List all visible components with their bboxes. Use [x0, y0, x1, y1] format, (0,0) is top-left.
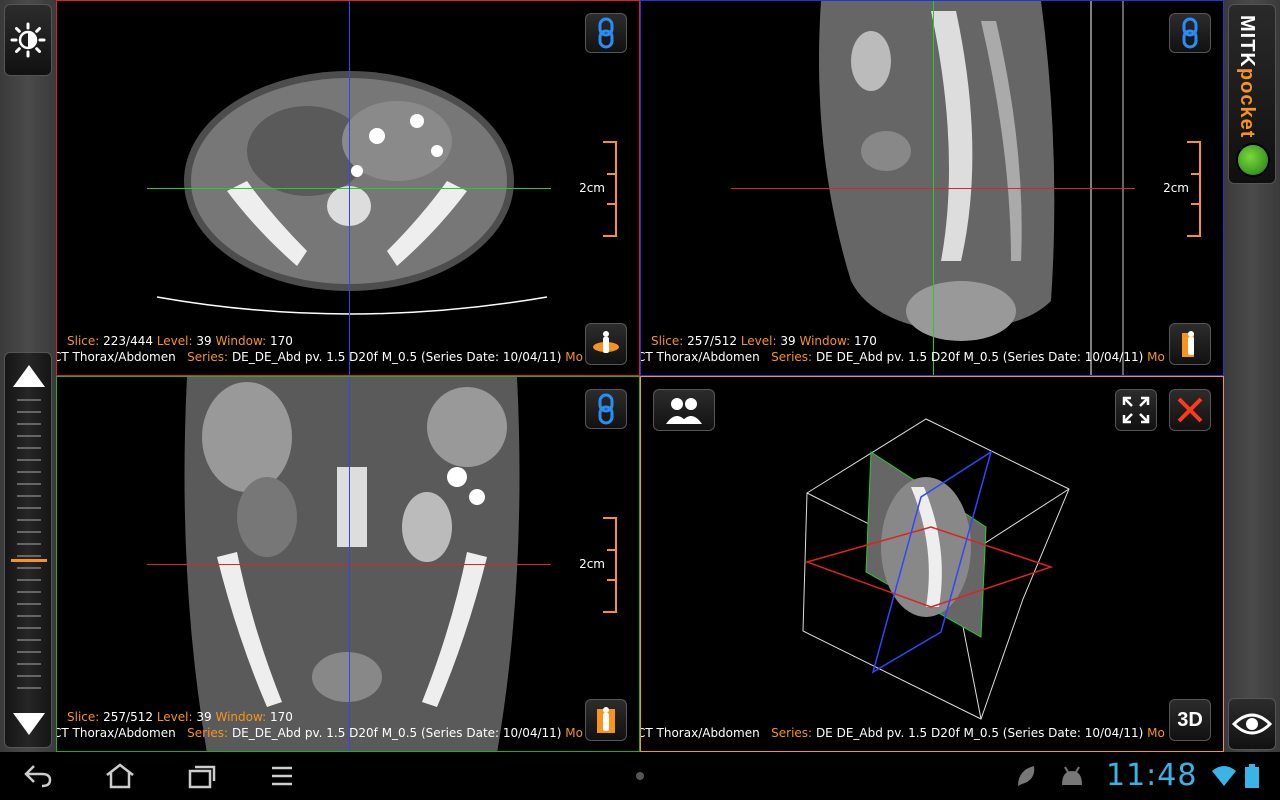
info-trail: Mo [565, 726, 583, 740]
series-label: Series: [771, 350, 813, 364]
orientation-button[interactable] [1169, 323, 1211, 365]
3d-viewport[interactable]: CT Thorax/Abdomen Series: DE DE_Abd pv. … [640, 376, 1224, 752]
series-info: CT Thorax/Abdomen Series: DE_DE_Abd pv. … [56, 726, 583, 740]
window-label: Window: [215, 334, 267, 348]
axial-viewport[interactable]: 2cm Slice: 223/444 Level: 39 Window: 170… [56, 0, 640, 376]
scale-bar [603, 517, 617, 613]
slice-label: Slice: [67, 334, 100, 348]
logo-text: MITKpocket [1235, 15, 1258, 138]
close-button[interactable] [1169, 389, 1211, 431]
info-trail: Mo [565, 350, 583, 364]
level-value: 39 [196, 710, 212, 724]
slider-handle[interactable] [11, 559, 47, 562]
scale-label: 2cm [579, 181, 605, 195]
brightness-icon [10, 22, 46, 58]
menu-icon[interactable] [264, 762, 300, 790]
slice-info: Slice: 257/512 Level: 39 Window: 170 [67, 710, 293, 724]
slice-slider[interactable] [4, 352, 52, 748]
slice-label: Slice: [67, 710, 100, 724]
link-button[interactable] [1169, 13, 1211, 53]
sagittal-viewport[interactable]: 2cm Slice: 257/512 Level: 39 Window: 170… [640, 0, 1224, 376]
scale-label: 2cm [579, 557, 605, 571]
close-icon [1177, 397, 1203, 423]
globe-icon [1236, 143, 1270, 177]
3d-volume-render [802, 418, 1070, 720]
study-name: CT Thorax/Abdomen [640, 350, 760, 364]
link-button[interactable] [585, 389, 627, 429]
home-icon[interactable] [102, 762, 138, 790]
slice-value: 223/444 [103, 334, 153, 348]
series-info: CT Thorax/Abdomen Series: DE_DE_Abd pv. … [56, 350, 583, 364]
arrow-up-icon[interactable] [13, 365, 45, 387]
view-3d-button[interactable]: 3D [1169, 699, 1211, 741]
twin-view-icon [666, 398, 702, 424]
link-icon [598, 17, 614, 49]
orientation-icon [597, 707, 615, 733]
battery-icon [1238, 762, 1266, 790]
brightness-button[interactable] [4, 4, 52, 76]
scale-label: 2cm [1163, 181, 1189, 195]
logo-pocket: pocket [1236, 67, 1258, 139]
info-trail: Mo [1147, 350, 1165, 364]
study-name: CT Thorax/Abdomen [56, 726, 176, 740]
study-name: CT Thorax/Abdomen [640, 726, 760, 740]
leaf-icon [1008, 762, 1044, 790]
arrow-down-icon[interactable] [13, 713, 45, 735]
series-label: Series: [187, 726, 229, 740]
eye-icon [1232, 713, 1272, 735]
link-button[interactable] [585, 13, 627, 53]
wifi-icon [1206, 762, 1242, 790]
coronal-viewport[interactable]: 2cm Slice: 257/512 Level: 39 Window: 170… [56, 376, 640, 752]
orientation-icon [593, 331, 619, 353]
window-value: 170 [270, 710, 293, 724]
level-value: 39 [780, 334, 796, 348]
level-label: Level: [740, 334, 777, 348]
series-value: DE DE_Abd pv. 1.5 D20f M_0.5 (Series Dat… [815, 726, 1144, 740]
window-value: 170 [270, 334, 293, 348]
window-value: 170 [854, 334, 877, 348]
dot-indicator-icon [622, 762, 658, 790]
series-value: DE DE_Abd pv. 1.5 D20f M_0.5 (Series Dat… [815, 350, 1144, 364]
system-nav-bar: 11:48 [0, 752, 1280, 800]
window-label: Window: [799, 334, 851, 348]
link-icon [598, 393, 614, 425]
series-info: CT Thorax/Abdomen Series: DE DE_Abd pv. … [640, 350, 1165, 364]
clock: 11:48 [1106, 758, 1198, 793]
android-icon [1054, 762, 1090, 790]
recent-apps-icon[interactable] [184, 762, 220, 790]
crosshair-vertical [349, 1, 350, 375]
slider-ticks [17, 399, 41, 699]
info-trail: Mo [1147, 726, 1165, 740]
scale-bar [1187, 141, 1201, 237]
series-info: CT Thorax/Abdomen Series: DE DE_Abd pv. … [640, 726, 1165, 740]
logo-mitk: MITK [1236, 15, 1258, 68]
mitk-pocket-logo[interactable]: MITKpocket [1228, 4, 1276, 184]
slice-info: Slice: 257/512 Level: 39 Window: 170 [651, 334, 877, 348]
crosshair-vertical [349, 377, 350, 751]
slice-value: 257/512 [103, 710, 153, 724]
fullscreen-button[interactable] [1115, 389, 1157, 431]
series-value: DE_DE_Abd pv. 1.5 D20f M_0.5 (Series Dat… [231, 726, 562, 740]
link-icon [1182, 17, 1198, 49]
level-value: 39 [196, 334, 212, 348]
series-label: Series: [187, 350, 229, 364]
fullscreen-icon [1122, 396, 1150, 424]
back-icon[interactable] [20, 762, 56, 790]
slice-info: Slice: 223/444 Level: 39 Window: 170 [67, 334, 293, 348]
crosshair-vertical [933, 1, 934, 375]
orientation-button[interactable] [585, 323, 627, 365]
orientation-button[interactable] [585, 699, 627, 741]
slice-label: Slice: [651, 334, 684, 348]
twin-view-button[interactable] [653, 389, 715, 431]
scale-bar [603, 141, 617, 237]
series-label: Series: [771, 726, 813, 740]
study-name: CT Thorax/Abdomen [56, 350, 176, 364]
level-label: Level: [156, 710, 193, 724]
level-label: Level: [156, 334, 193, 348]
slice-value: 257/512 [687, 334, 737, 348]
window-label: Window: [215, 710, 267, 724]
visibility-button[interactable] [1228, 698, 1276, 750]
orientation-icon [1182, 331, 1194, 357]
series-value: DE_DE_Abd pv. 1.5 D20f M_0.5 (Series Dat… [231, 350, 562, 364]
